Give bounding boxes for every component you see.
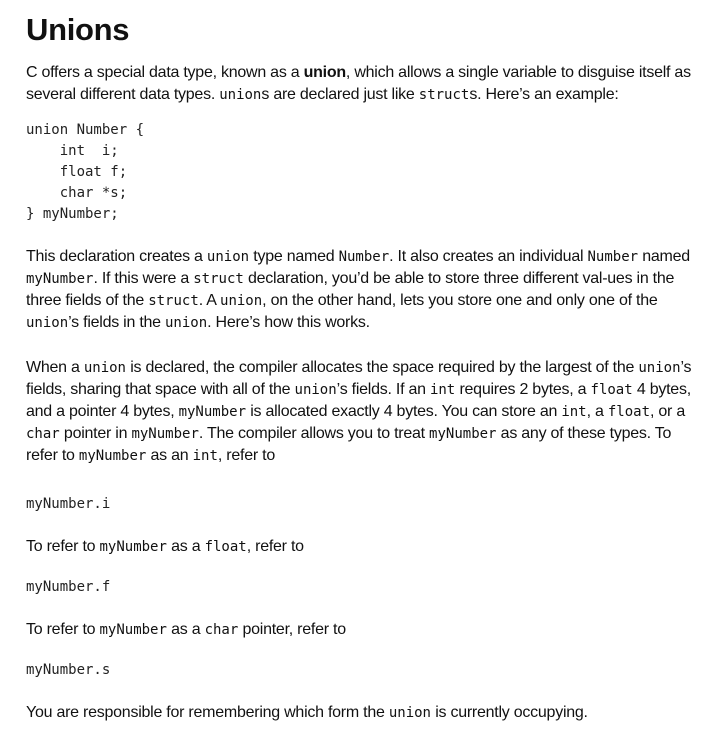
inline-code: int <box>429 382 456 398</box>
text: requires 2 bytes, a <box>455 381 591 398</box>
text: ’s fields. If an <box>336 381 430 398</box>
inline-code: union <box>638 360 681 376</box>
inline-code: Number <box>338 249 390 265</box>
inline-code: struct <box>418 87 470 103</box>
code-line-char-access: myNumber.s <box>26 662 111 678</box>
inline-code: union <box>83 360 126 376</box>
text: To refer to <box>26 538 100 555</box>
inline-code: union <box>220 293 263 309</box>
text: C offers a special data type, known as a <box>26 64 304 81</box>
inline-code: union <box>219 87 262 103</box>
text: . The compiler allows you to treat <box>198 425 430 442</box>
text: . If this were a <box>93 270 194 287</box>
text: , on the other hand, lets you store one … <box>262 292 658 309</box>
paragraph-float-ref: To refer to myNumber as a float, refer t… <box>26 536 698 558</box>
text: pointer, refer to <box>238 621 346 638</box>
section-heading: Unions <box>26 12 130 47</box>
paragraph-declaration: This declaration creates a union type na… <box>26 246 698 334</box>
text: , refer to <box>246 538 304 555</box>
inline-code: Number <box>587 249 639 265</box>
text: named <box>638 248 690 265</box>
paragraph-responsibility: You are responsible for remembering whic… <box>26 702 698 724</box>
text: s are declared just like <box>261 86 419 103</box>
inline-code: myNumber <box>131 426 199 442</box>
text: as an <box>146 447 193 464</box>
inline-code: myNumber <box>99 539 167 555</box>
text: as a <box>166 538 205 555</box>
inline-code: float <box>590 382 633 398</box>
text: , or a <box>650 403 685 420</box>
inline-code: int <box>192 448 218 464</box>
text: . Here’s how this works. <box>207 314 370 331</box>
paragraph-intro: C offers a special data type, known as a… <box>26 62 698 106</box>
inline-code: union <box>165 315 208 331</box>
inline-code: float <box>607 404 651 420</box>
text: You are responsible for remembering whic… <box>26 704 389 721</box>
text: , a <box>586 403 608 420</box>
inline-code: myNumber <box>78 448 147 464</box>
text: , refer to <box>217 447 275 464</box>
code-block-union-declaration: union Number { int i; float f; char *s; … <box>26 122 145 222</box>
text: To refer to <box>26 621 100 638</box>
inline-code: myNumber <box>178 404 247 420</box>
inline-code: struct <box>193 271 244 287</box>
inline-code: myNumber <box>429 426 497 442</box>
text: . A <box>198 292 221 309</box>
text: is currently occupying. <box>431 704 588 721</box>
inline-code: union <box>388 705 431 721</box>
inline-code: union <box>294 382 337 398</box>
inline-code: struct <box>148 293 199 309</box>
text: ’s fields in the <box>68 314 165 331</box>
inline-code: myNumber <box>26 271 94 287</box>
text: This declaration creates a <box>26 248 207 265</box>
text: type named <box>249 248 339 265</box>
inline-code: int <box>561 404 587 420</box>
paragraph-char-ref: To refer to myNumber as a char pointer, … <box>26 619 698 641</box>
inline-code: myNumber <box>99 622 167 638</box>
text: When a <box>26 359 84 376</box>
text: . It also creates an individual <box>389 248 588 265</box>
paragraph-allocation: When a union is declared, the compiler a… <box>26 357 698 467</box>
inline-code: char <box>204 622 239 638</box>
text: s. Here’s an example: <box>469 86 619 103</box>
text: is allocated exactly 4 bytes. You can st… <box>246 403 562 420</box>
inline-code: float <box>204 539 247 555</box>
bold-term: union <box>303 64 347 81</box>
text: pointer in <box>59 425 132 442</box>
inline-code: union <box>26 315 69 331</box>
code-line-int-access: myNumber.i <box>26 496 111 512</box>
text: as a <box>166 621 205 638</box>
inline-code: union <box>206 249 250 265</box>
code-line-float-access: myNumber.f <box>26 579 111 595</box>
inline-code: char <box>26 426 60 442</box>
text: is declared, the compiler allocates the … <box>126 359 639 376</box>
